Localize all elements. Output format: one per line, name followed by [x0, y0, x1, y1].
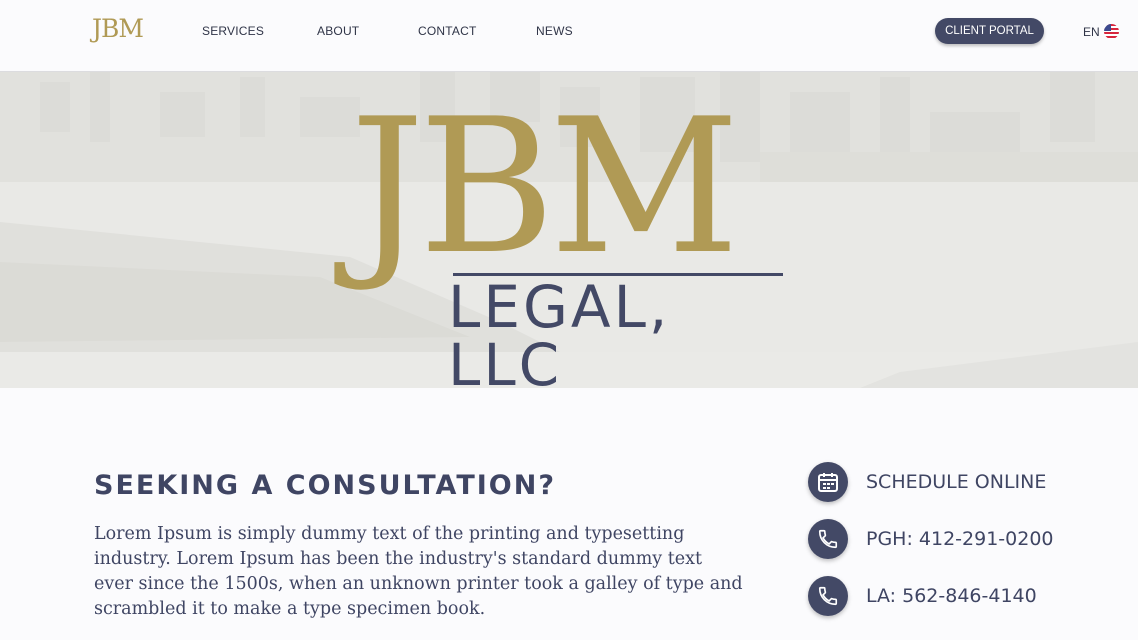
nav-about[interactable]: ABOUT	[317, 24, 359, 38]
phone-la-label: LA: 562-846-4140	[866, 585, 1037, 607]
schedule-online-label: SCHEDULE ONLINE	[866, 471, 1047, 493]
nav-contact[interactable]: CONTACT	[418, 24, 477, 38]
phone-pgh-link[interactable]: PGH: 412-291-0200	[808, 519, 1054, 559]
phone-icon	[808, 576, 848, 616]
nav-news[interactable]: NEWS	[536, 24, 573, 38]
header-logo[interactable]: JBM	[92, 14, 144, 43]
phone-pgh-label: PGH: 412-291-0200	[866, 528, 1054, 550]
us-flag-icon	[1103, 24, 1119, 39]
hero-banner: JBM LEGAL, LLC	[0, 72, 1138, 388]
phone-la-link[interactable]: LA: 562-846-4140	[808, 576, 1037, 616]
hero-logo: JBM LEGAL, LLC	[350, 94, 790, 388]
hero-logo-legal: LEGAL, LLC	[448, 273, 671, 388]
language-label: EN	[1083, 24, 1100, 39]
consultation-body: Lorem Ipsum is simply dummy text of the …	[94, 524, 743, 619]
language-selector[interactable]: EN	[1083, 24, 1119, 39]
phone-icon	[808, 519, 848, 559]
consultation-heading: SEEKING A CONSULTATION?	[94, 470, 557, 501]
client-portal-button[interactable]: CLIENT PORTAL	[935, 18, 1044, 44]
nav-services[interactable]: SERVICES	[202, 24, 264, 38]
hero-logo-jbm: JBM	[350, 78, 740, 295]
calendar-icon	[808, 462, 848, 502]
schedule-online-link[interactable]: SCHEDULE ONLINE	[808, 462, 1046, 502]
site-header: JBM SERVICES ABOUT CONTACT NEWS CLIENT P…	[0, 0, 1138, 72]
